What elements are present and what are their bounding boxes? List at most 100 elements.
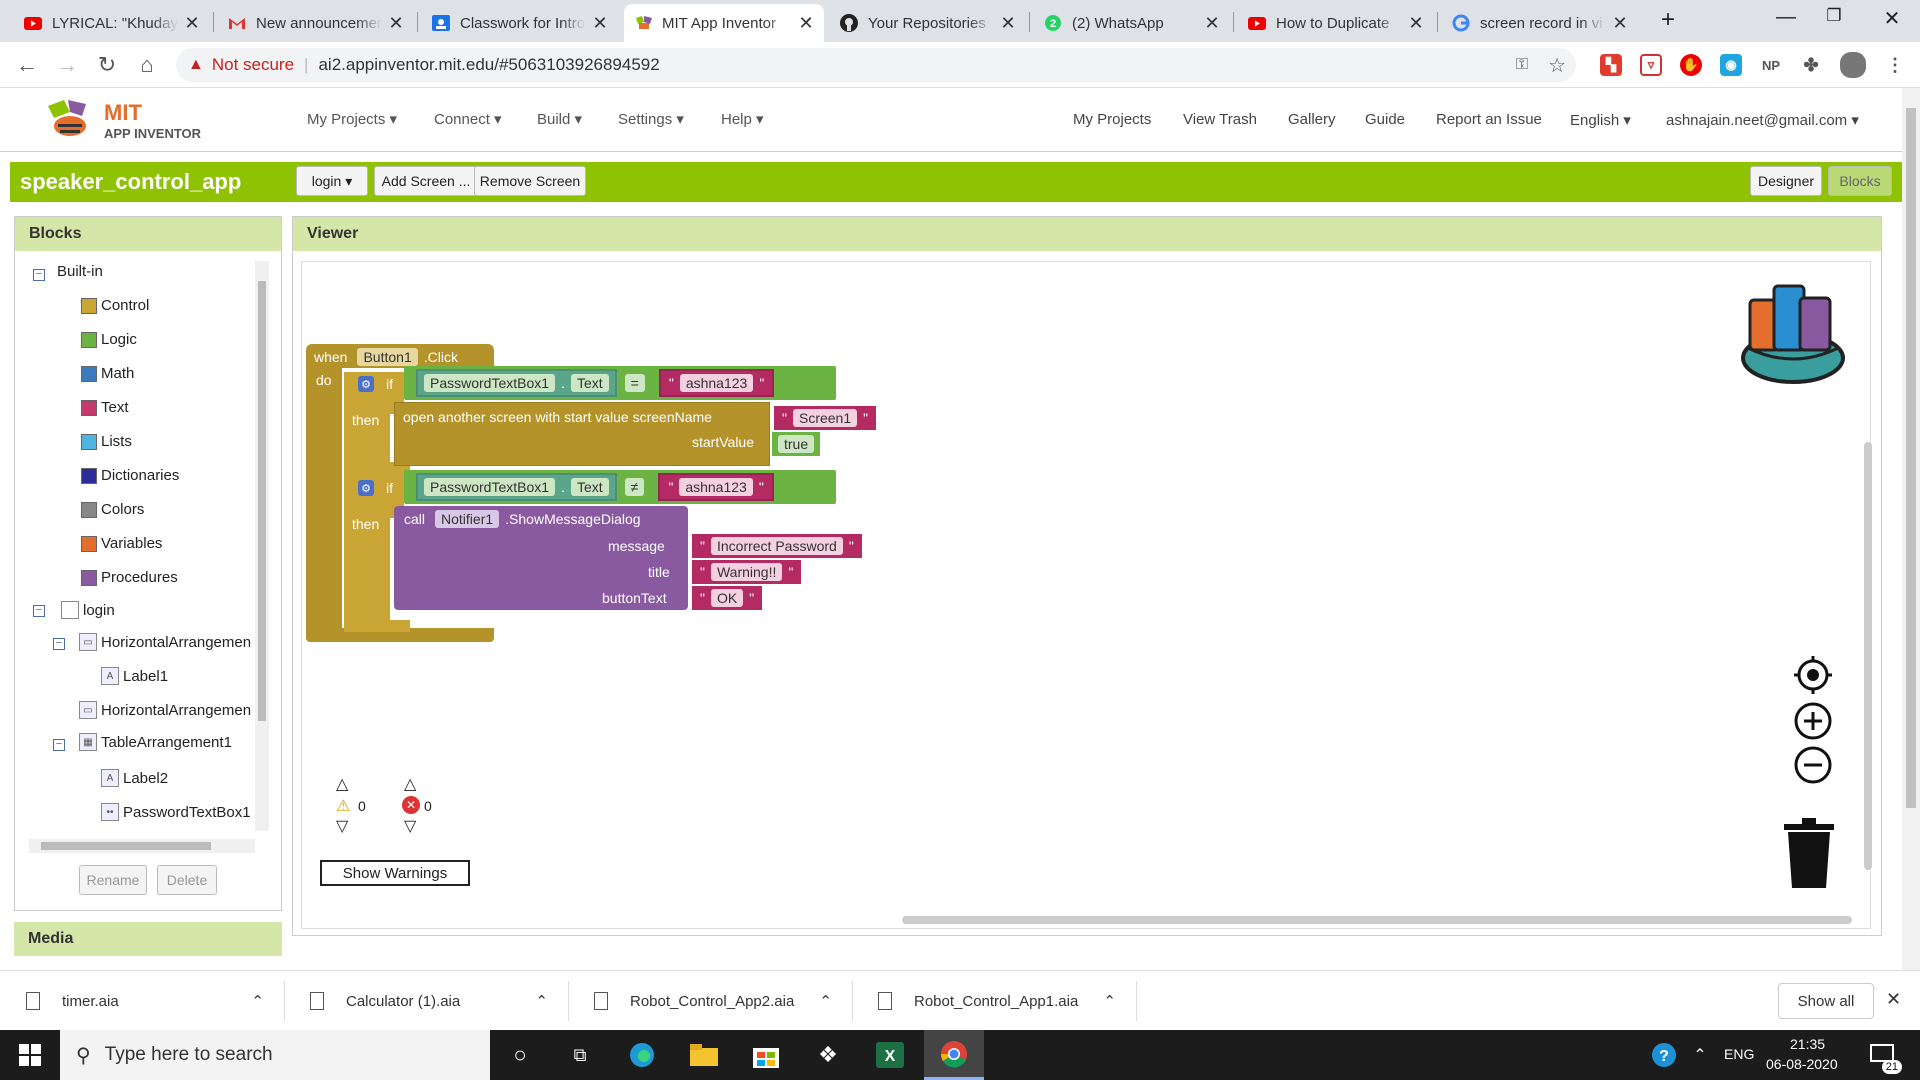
security-label[interactable]: Not secure [212, 55, 294, 75]
message-text-value[interactable]: Incorrect Password [710, 537, 843, 555]
extension-red-icon[interactable]: ▚ [1600, 54, 1622, 76]
password-text-value-2[interactable]: ashna123 [679, 478, 753, 496]
builtin-item-variables[interactable]: Variables [81, 535, 162, 552]
download-item[interactable]: Robot_Control_App1.aia ⌃ [878, 971, 1126, 1031]
collapse-toggle-icon[interactable]: − [53, 739, 65, 751]
link-my-projects[interactable]: My Projects [1073, 111, 1151, 128]
collapse-toggle-icon[interactable]: − [53, 638, 65, 650]
reload-icon[interactable]: ↻ [92, 50, 122, 80]
designer-button[interactable]: Designer [1750, 166, 1822, 196]
minimize-icon[interactable]: — [1766, 6, 1806, 29]
close-tab-icon[interactable]: ✕ [1000, 13, 1016, 34]
language-indicator[interactable]: ENG [1724, 1046, 1754, 1062]
collapse-toggle-icon[interactable]: − [33, 605, 45, 617]
task-view-icon[interactable]: ⧉ [562, 1038, 598, 1072]
more-menu-icon[interactable]: ⋮ [1884, 54, 1906, 76]
chevron-up-icon[interactable]: ⌃ [1103, 992, 1116, 1010]
clock-date[interactable]: 06-08-2020 [1766, 1056, 1838, 1072]
builtin-item-dictionaries[interactable]: Dictionaries [81, 467, 179, 484]
close-tab-icon[interactable]: ✕ [798, 13, 814, 34]
taskbar-search-input[interactable]: ⚲ Type here to search [60, 1030, 490, 1080]
menu-help[interactable]: Help ▾ [721, 110, 764, 128]
true-boolean-dropdown[interactable]: true [778, 435, 815, 453]
account-menu[interactable]: ashnajain.neet@gmail.com ▾ [1666, 111, 1859, 129]
screen-record-icon[interactable]: ◉ [1720, 54, 1742, 76]
trash-icon[interactable] [1782, 818, 1836, 890]
back-icon[interactable]: ← [12, 50, 42, 80]
tree-vertical-scrollbar[interactable] [255, 261, 269, 831]
error-prev-icon[interactable]: △ [404, 774, 416, 794]
notifier1-dropdown[interactable]: Notifier1 [435, 510, 500, 528]
windows-start-icon[interactable] [12, 1038, 48, 1072]
np-extension-icon[interactable]: NP [1760, 54, 1782, 76]
edge-icon[interactable] [624, 1038, 660, 1072]
clock-time[interactable]: 21:35 [1790, 1036, 1825, 1052]
tab-youtube-duplicate[interactable]: How to Duplicate ✕ [1238, 4, 1434, 42]
avatar[interactable] [1840, 52, 1866, 78]
builtin-item-text[interactable]: Text [81, 399, 129, 416]
show-all-button[interactable]: Show all [1778, 983, 1874, 1019]
tab-gmail[interactable]: New announcement ✕ [218, 4, 414, 42]
download-item[interactable]: timer.aia ⌃ [26, 971, 274, 1031]
url-field[interactable]: ▲ Not secure | ai2.appinventor.mit.edu/#… [176, 48, 1576, 82]
link-guide[interactable]: Guide [1365, 111, 1405, 128]
key-icon[interactable]: ⚿ [1516, 56, 1528, 74]
tree-screen-login[interactable]: login [61, 601, 115, 619]
workspace-horizontal-scrollbar[interactable] [902, 916, 1852, 924]
builtin-item-logic[interactable]: Logic [81, 331, 137, 348]
builtin-item-control[interactable]: Control [81, 297, 149, 314]
text-property-dropdown[interactable]: Text [570, 478, 609, 496]
workspace[interactable]: when Button1 .Click do ⚙ if then Passwor… [301, 261, 1872, 929]
zoom-out-icon[interactable] [1794, 746, 1832, 784]
builtin-item-lists[interactable]: Lists [81, 433, 132, 450]
password-text-value-1[interactable]: ashna123 [679, 374, 754, 392]
close-tab-icon[interactable]: ✕ [592, 13, 608, 34]
tree-builtin[interactable]: Built-in [57, 263, 103, 280]
error-next-icon[interactable]: ▽ [404, 816, 416, 836]
delete-button[interactable]: Delete [157, 865, 217, 895]
forward-icon[interactable]: → [52, 50, 82, 80]
tree-password-textbox[interactable]: •• PasswordTextBox1 [101, 803, 251, 821]
password-textbox-dropdown[interactable]: PasswordTextBox1 [424, 374, 556, 392]
page-vertical-scrollbar[interactable] [1902, 88, 1920, 970]
compare-block-2[interactable]: PasswordTextBox1 . Text ≠ " ashna123 " [404, 470, 836, 504]
builtin-item-procedures[interactable]: Procedures [81, 569, 178, 586]
not-equals-operator-dropdown[interactable]: ≠ [624, 478, 645, 496]
screen-select[interactable]: login ▾ [296, 166, 368, 196]
tab-mit-app-inventor[interactable]: MIT App Inventor ✕ [624, 4, 824, 42]
download-item[interactable]: Calculator (1).aia ⌃ [310, 971, 558, 1031]
excel-icon[interactable]: X [872, 1038, 908, 1072]
tab-google-search[interactable]: screen record in vi ✕ [1442, 4, 1638, 42]
home-icon[interactable]: ⌂ [132, 50, 162, 80]
language-select[interactable]: English ▾ [1570, 111, 1631, 129]
collapse-toggle-icon[interactable]: − [33, 269, 45, 281]
restore-icon[interactable]: ❐ [1814, 6, 1854, 26]
tree-horizontal-scrollbar[interactable] [29, 839, 255, 853]
show-warnings-button[interactable]: Show Warnings [320, 860, 470, 886]
workspace-vertical-scrollbar[interactable] [1864, 442, 1872, 870]
chevron-up-icon[interactable]: ⌃ [535, 992, 548, 1010]
add-screen-button[interactable]: Add Screen ... [374, 166, 478, 196]
equals-operator-dropdown[interactable]: = [624, 374, 645, 392]
link-view-trash[interactable]: View Trash [1183, 111, 1257, 128]
adblock-icon[interactable]: ✋ [1680, 54, 1702, 76]
tab-github[interactable]: Your Repositories ✕ [830, 4, 1026, 42]
gear-icon[interactable]: ⚙ [358, 480, 374, 496]
notification-center-icon[interactable]: 21 [1864, 1038, 1902, 1074]
compare-block-1[interactable]: PasswordTextBox1 . Text = " ashna123 " [404, 366, 836, 400]
dropbox-icon[interactable]: ❖ [810, 1038, 846, 1072]
menu-connect[interactable]: Connect ▾ [434, 110, 502, 128]
gear-icon[interactable]: ⚙ [358, 376, 374, 392]
chevron-up-icon[interactable]: ⌃ [1682, 1038, 1718, 1072]
star-icon[interactable]: ☆ [1548, 53, 1566, 78]
new-tab-button[interactable]: + [1648, 6, 1688, 34]
button1-component-dropdown[interactable]: Button1 [357, 348, 418, 366]
text-property-dropdown[interactable]: Text [570, 374, 609, 392]
close-tab-icon[interactable]: ✕ [1612, 13, 1628, 34]
tree-label1[interactable]: A Label1 [101, 667, 168, 685]
ok-text-value[interactable]: OK [710, 589, 744, 607]
rename-button[interactable]: Rename [79, 865, 147, 895]
menu-my-projects[interactable]: My Projects ▾ [307, 110, 397, 128]
menu-settings[interactable]: Settings ▾ [618, 110, 684, 128]
close-tab-icon[interactable]: ✕ [184, 13, 200, 34]
